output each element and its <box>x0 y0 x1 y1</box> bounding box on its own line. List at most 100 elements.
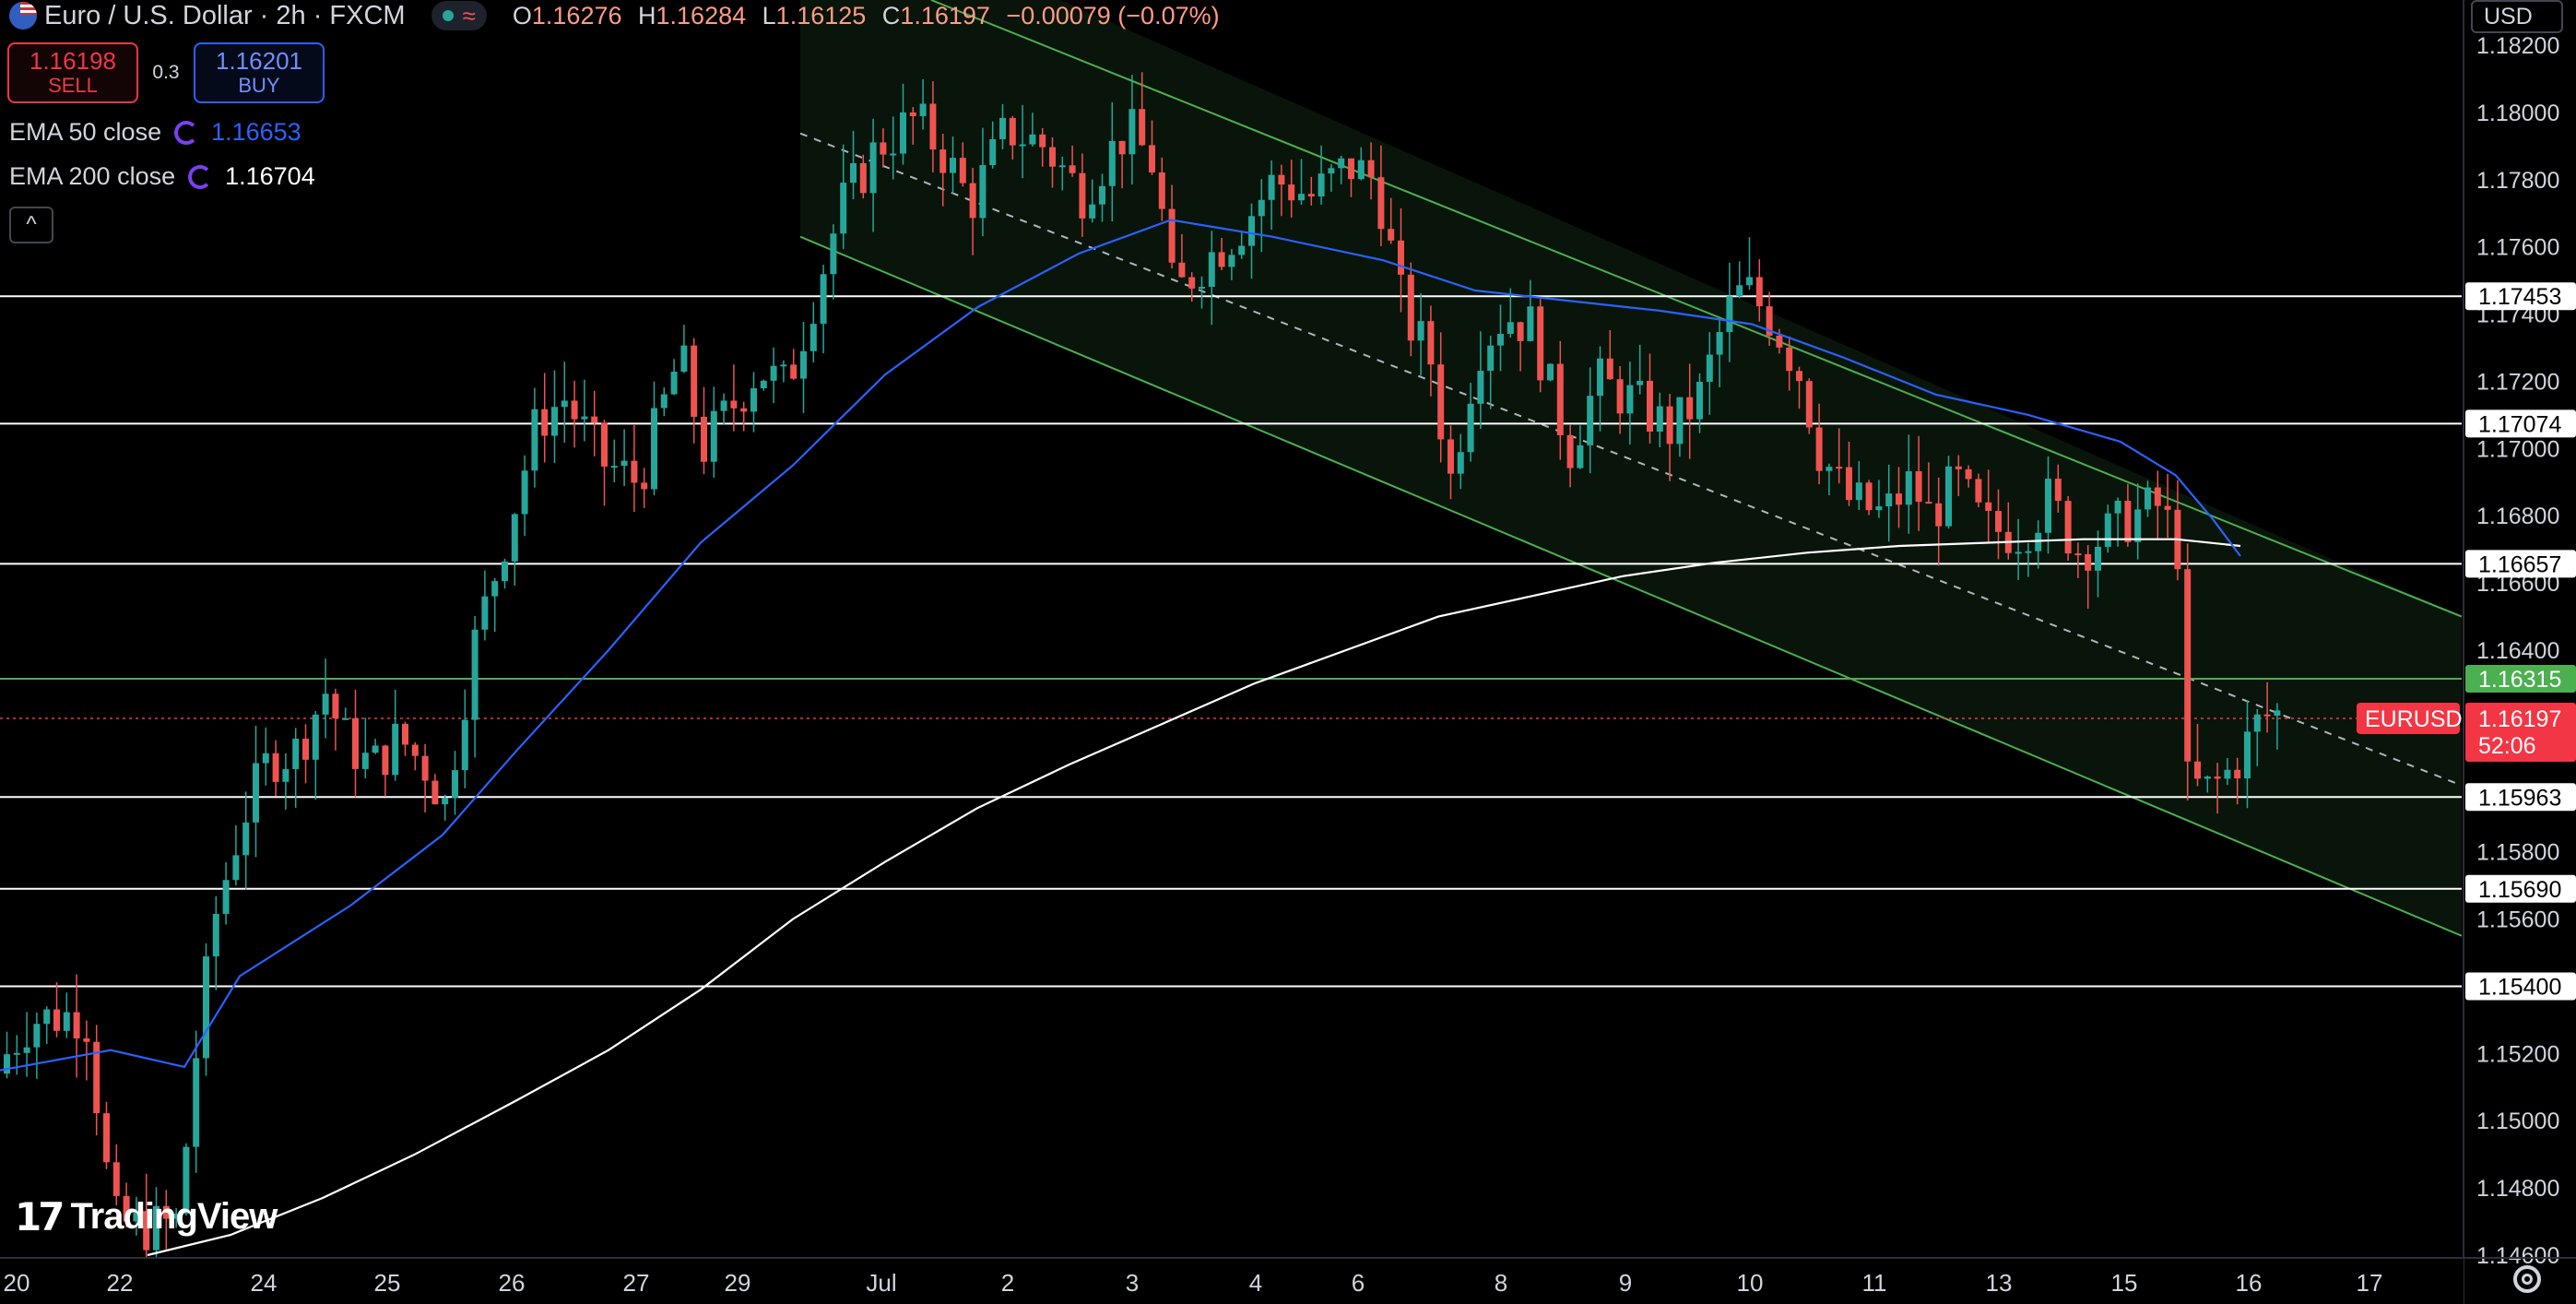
time-axis-background <box>0 1258 2464 1304</box>
price-tick-label: 1.15600 <box>2476 907 2559 933</box>
candle-body <box>2134 509 2142 542</box>
candle-body <box>1706 354 1713 383</box>
candle-body <box>2154 487 2161 506</box>
candle-body <box>2045 479 2051 533</box>
candle-body <box>1029 134 1036 145</box>
candle-body <box>670 371 678 395</box>
market-status[interactable]: ≈ <box>431 1 487 30</box>
candle-body <box>452 770 458 799</box>
candle-body <box>1626 385 1634 414</box>
candle-body <box>53 1009 60 1031</box>
candle-body <box>1666 406 1673 445</box>
level-tag-label: 1.16315 <box>2478 667 2561 693</box>
candle-body <box>431 780 439 805</box>
candle-body <box>1527 306 1534 341</box>
candle-body <box>352 717 359 769</box>
close-value: 1.16197 <box>900 1 990 30</box>
candle-body <box>2145 487 2151 510</box>
candle-body <box>1158 172 1165 209</box>
candle-body <box>292 738 300 770</box>
buy-button[interactable]: 1.16201 BUY <box>194 42 325 103</box>
candle-body <box>312 714 319 760</box>
candle-body <box>581 416 588 420</box>
tradingview-logo[interactable]: 17 TradingView <box>15 1194 278 1239</box>
candle-body <box>1069 165 1076 173</box>
candle-body <box>361 753 369 769</box>
candle-body <box>63 1012 70 1031</box>
candle-body <box>1348 158 1354 180</box>
candle-body <box>1407 274 1414 341</box>
candle-body <box>2124 501 2132 542</box>
price-tick-label: 1.14600 <box>2476 1243 2559 1269</box>
candle-body <box>1019 144 1026 147</box>
candle-body <box>720 400 727 411</box>
ema200-legend[interactable]: EMA 200 close 1.16704 <box>9 162 315 191</box>
candle-body <box>809 324 817 351</box>
candle-body <box>790 364 798 379</box>
ema50-legend[interactable]: EMA 50 close 1.16653 <box>9 118 301 147</box>
candle-body <box>1328 168 1335 174</box>
candle-body <box>651 408 657 490</box>
candle-body <box>1577 445 1584 468</box>
candle-body <box>1975 479 1982 503</box>
candle-body <box>601 422 608 467</box>
eur-usd-flag-icon <box>9 2 37 30</box>
candle-body <box>1218 252 1225 267</box>
candle-body <box>820 274 827 325</box>
candle-body <box>2074 553 2082 556</box>
currency-selector[interactable]: USD <box>2471 0 2563 33</box>
candle-body <box>1815 427 1823 471</box>
candle-body <box>1417 321 1424 341</box>
candle-body <box>2244 731 2251 779</box>
symbol-title[interactable]: Euro / U.S. Dollar · 2h · FXCM <box>44 1 406 31</box>
candle-body <box>1058 165 1066 168</box>
time-axis: 20 22 24 25 26 27 29 Jul 2 3 4 6 8 9 10 11 13 15 16 17 <box>0 1257 2576 1304</box>
open-value: 1.16276 <box>531 1 622 30</box>
candle-body <box>103 1113 110 1163</box>
tradingview-logo-icon: 17 <box>15 1194 65 1239</box>
change-value: −0.00079 (−0.07%) <box>1006 1 1220 30</box>
collapse-legend-button[interactable]: ^ <box>9 207 53 243</box>
candle-body <box>1139 109 1146 146</box>
candle-body <box>989 138 997 166</box>
price-chart[interactable]: 1.182001.180001.178001.176001.174001.172… <box>0 0 2576 1304</box>
candle-body <box>222 880 230 914</box>
candle-body <box>551 407 558 436</box>
candle-body <box>1437 364 1445 440</box>
time-tick-label: 16 <box>2236 1269 2263 1297</box>
candle-body <box>2064 501 2072 554</box>
candle-body <box>382 745 389 776</box>
time-tick-label: 13 <box>1986 1269 2013 1297</box>
candle-body <box>1995 511 2002 532</box>
candle-body <box>1149 145 1155 173</box>
level-tag-label: 1.15400 <box>2478 974 2561 1000</box>
candle-body <box>571 400 578 420</box>
low-value: 1.16125 <box>775 1 867 30</box>
candle-body <box>929 103 937 150</box>
candle-body <box>2095 546 2101 571</box>
sell-label: SELL <box>48 74 98 97</box>
time-tick-label: 3 <box>1126 1269 1139 1297</box>
candle-body <box>1537 306 1544 381</box>
candle-body <box>1985 502 1992 512</box>
price-tick-label: 1.16400 <box>2476 638 2559 664</box>
candle-body <box>1865 482 1873 511</box>
candle-body <box>1517 322 1524 341</box>
settings-icon[interactable] <box>2513 1265 2541 1293</box>
sell-button[interactable]: 1.16198 SELL <box>7 42 138 103</box>
candle-body <box>830 233 837 275</box>
price-tick-label: 1.17200 <box>2476 369 2559 395</box>
price-tick-label: 1.15200 <box>2476 1041 2559 1067</box>
candle-body <box>442 798 449 805</box>
candle-body <box>591 416 598 423</box>
candle-body <box>1925 502 1932 504</box>
price-tick-label: 1.14800 <box>2476 1176 2559 1202</box>
candle-body <box>1168 208 1176 263</box>
candle-body <box>859 162 867 194</box>
candle-body <box>1398 240 1404 275</box>
candle-body <box>999 117 1006 139</box>
candle-body <box>481 596 489 630</box>
candle-body <box>461 719 468 771</box>
candle-body <box>2015 551 2022 554</box>
candle-body <box>909 112 916 116</box>
